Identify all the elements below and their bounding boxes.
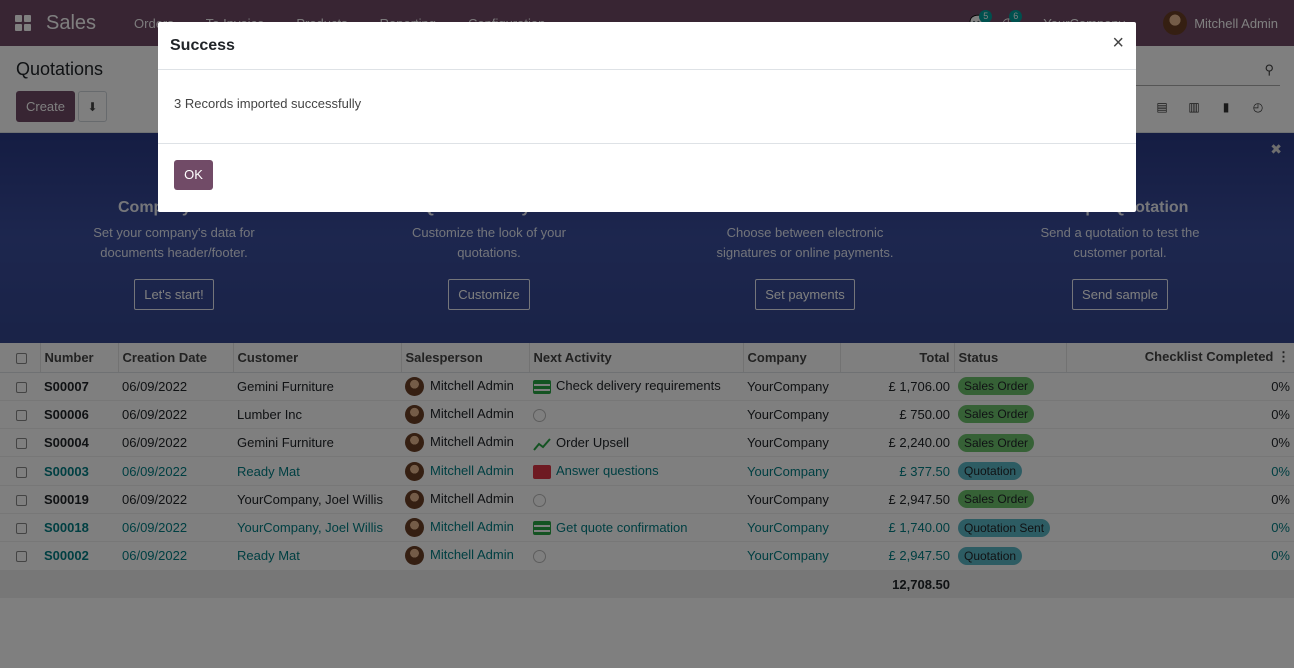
success-dialog: Success × 3 Records imported successfull… [158, 22, 1136, 212]
dialog-title: Success [170, 36, 235, 54]
dialog-header: Success × [158, 22, 1136, 70]
import-success-message: 3 Records imported successfully [174, 96, 362, 111]
dialog-footer: OK [158, 144, 1136, 206]
ok-button[interactable]: OK [174, 160, 213, 190]
dialog-body: 3 Records imported successfully [158, 70, 1136, 144]
close-icon[interactable]: × [1112, 33, 1124, 53]
